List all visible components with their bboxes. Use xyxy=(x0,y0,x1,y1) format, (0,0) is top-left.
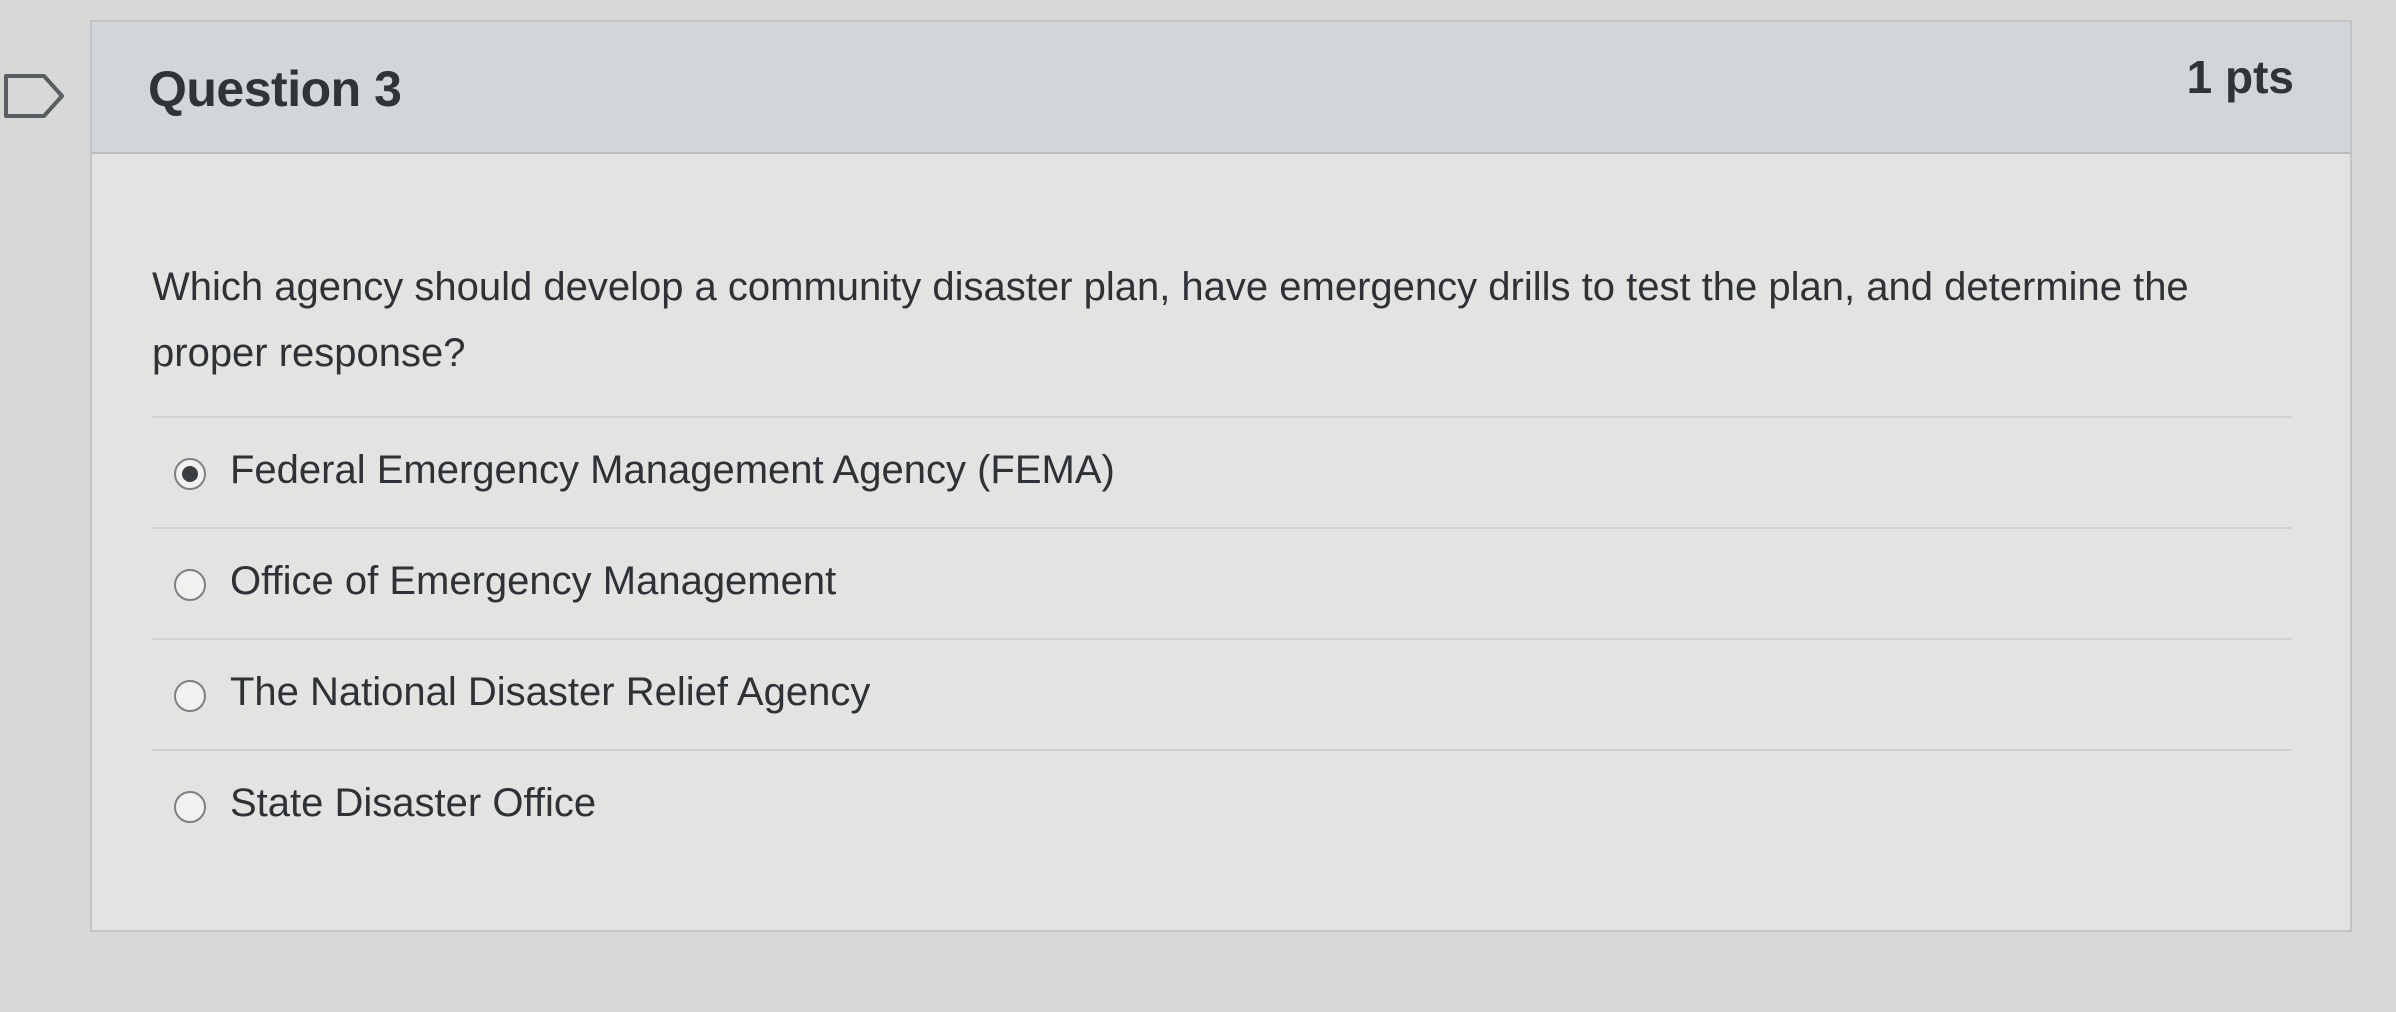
answer-label[interactable]: Federal Emergency Management Agency (FEM… xyxy=(230,448,1115,493)
flag-question-icon[interactable] xyxy=(0,70,72,122)
answer-option-office-of-emergency-management[interactable]: Office of Emergency Management xyxy=(152,527,2292,638)
answer-label[interactable]: The National Disaster Relief Agency xyxy=(230,670,870,715)
question-card: Question 3 1 pts Which agency should dev… xyxy=(90,20,2352,932)
answer-option-fema[interactable]: Federal Emergency Management Agency (FEM… xyxy=(152,416,2292,527)
question-header: Question 3 1 pts xyxy=(92,22,2350,154)
question-title: Question 3 xyxy=(148,61,402,117)
question-text: Which agency should develop a community … xyxy=(152,265,2189,375)
answer-option-national-disaster-relief-agency[interactable]: The National Disaster Relief Agency xyxy=(152,638,2292,749)
answer-label[interactable]: Office of Emergency Management xyxy=(230,559,836,604)
radio-unselected-icon[interactable] xyxy=(174,791,206,823)
answer-label[interactable]: State Disaster Office xyxy=(230,781,596,826)
question-points: 1 pts xyxy=(2186,51,2294,103)
radio-unselected-icon[interactable] xyxy=(174,680,206,712)
question-body: Which agency should develop a community … xyxy=(92,154,2350,914)
answer-option-state-disaster-office[interactable]: State Disaster Office xyxy=(152,749,2292,860)
radio-selected-icon[interactable] xyxy=(174,458,206,490)
answer-list: Federal Emergency Management Agency (FEM… xyxy=(152,416,2292,860)
radio-unselected-icon[interactable] xyxy=(174,569,206,601)
